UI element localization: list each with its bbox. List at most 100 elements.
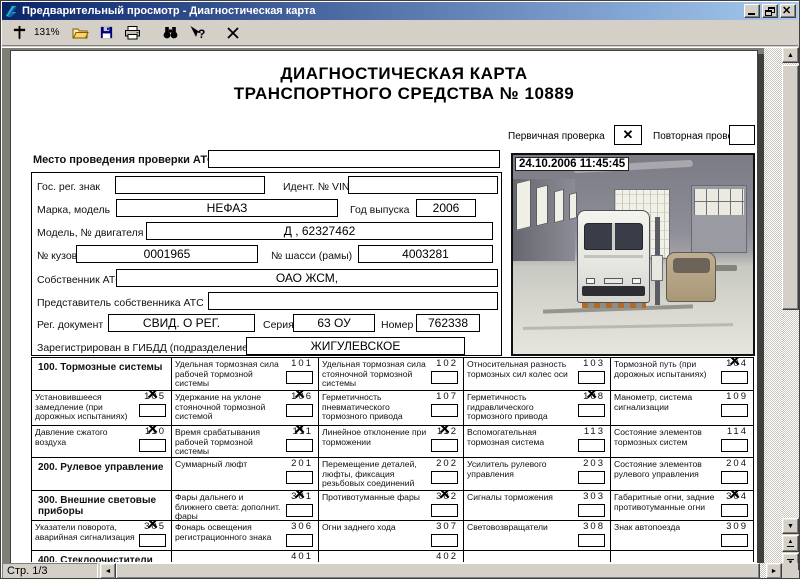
reg-document-label: Рег. документ xyxy=(37,319,103,331)
zoom-tool-button[interactable] xyxy=(8,22,30,44)
restore-button[interactable] xyxy=(762,4,778,18)
cell-checkbox xyxy=(578,504,605,517)
photo-window xyxy=(554,189,564,223)
cell-code: 308 xyxy=(583,522,605,533)
cell-checkbox xyxy=(578,439,605,452)
scroll-up-button[interactable]: ▲ xyxy=(782,47,799,63)
cell-checkbox xyxy=(578,471,605,484)
number-label: Номер xyxy=(381,319,413,331)
table-cell-204: Состояние элементов рулевого управления2… xyxy=(611,458,754,491)
table-cell-309: Знак автопоезда309 xyxy=(611,521,754,551)
cell-code: 402 xyxy=(436,552,458,562)
place-label: Место проведения проверки АТС: xyxy=(33,154,219,166)
table-cell-202: Перемещение деталей, люфты, фиксация рез… xyxy=(319,458,464,491)
toolbar: 131% xyxy=(2,20,798,46)
cell-checkbox xyxy=(721,404,748,417)
make-label: Марка, модель xyxy=(37,204,110,216)
cell-code: 201 xyxy=(291,459,313,470)
cell-code: 102 xyxy=(436,359,458,370)
table-cell-401: 401 xyxy=(172,551,319,562)
viewport-background xyxy=(764,48,782,563)
cell-x-mark: ✕ xyxy=(146,426,159,439)
table-cell-201: Суммарный люфт201 xyxy=(172,458,319,491)
close-preview-button[interactable] xyxy=(222,22,244,44)
scroll-down-button[interactable]: ▼ xyxy=(782,518,799,534)
photo-floor-line xyxy=(523,323,733,330)
cell-checkbox xyxy=(431,404,458,417)
series-field: 63 ОУ xyxy=(293,314,375,332)
vin-label: Идент. № VIN xyxy=(283,181,349,193)
inspection-table: 100. Тормозные системыУдельная тормозная… xyxy=(31,357,754,562)
cell-checkbox xyxy=(286,504,313,517)
chassis-field: 4003281 xyxy=(358,245,493,263)
cell-checkbox xyxy=(286,439,313,452)
open-folder-icon xyxy=(72,25,89,41)
cell-label: 400. Стеклоочистители xyxy=(32,551,171,562)
scroll-left-button[interactable]: ◄ xyxy=(100,563,116,579)
cell-checkbox xyxy=(721,439,748,452)
cell-checkbox xyxy=(721,371,748,384)
cell-x-mark: ✕ xyxy=(728,358,741,371)
context-help-button[interactable]: ? xyxy=(186,22,208,44)
inspection-photo: 24.10.2006 11:45:45 xyxy=(511,153,755,356)
cell-x-mark: ✕ xyxy=(293,426,306,439)
cell-checkbox xyxy=(431,371,458,384)
save-floppy-icon xyxy=(99,25,114,40)
cell-code: 204 xyxy=(726,459,748,470)
page-indicator: Стр. 1/3 xyxy=(2,563,98,579)
hscroll-thumb[interactable] xyxy=(116,563,760,579)
scroll-right-button[interactable]: ► xyxy=(766,563,782,579)
cell-checkbox xyxy=(721,471,748,484)
table-cell-113: Вспомогательная тормозная система113 xyxy=(464,426,611,458)
table-cell-109: Манометр, система сигнализации109 xyxy=(611,391,754,426)
save-button[interactable] xyxy=(96,22,118,44)
table-cell-304: Габаритные огни, задние противотуманные … xyxy=(611,491,754,521)
table-cell-111: Время срабатывания рабочей тормозной сис… xyxy=(172,426,319,458)
cell-checkbox xyxy=(286,534,313,547)
number-field: 762338 xyxy=(416,314,480,332)
year-field: 2006 xyxy=(416,199,476,217)
representative-label: Представитель собственника АТС xyxy=(37,297,204,309)
year-label: Год выпуска xyxy=(350,204,410,216)
engine-label: Модель, № двигателя xyxy=(37,227,143,239)
representative-field xyxy=(208,292,498,310)
print-button[interactable] xyxy=(122,22,144,44)
cell-code: 103 xyxy=(583,359,605,370)
cell-code: 202 xyxy=(436,459,458,470)
table-cell-r4c1: 200. Рулевое управление xyxy=(32,458,172,491)
table-cell-104: Тормозной путь (при дорожных испытаниях)… xyxy=(611,358,754,391)
close-button[interactable]: ✕ xyxy=(780,4,796,18)
minimize-button[interactable] xyxy=(744,4,760,18)
photo-door-windows xyxy=(694,189,744,215)
table-cell-103: Относительная разность тормозных сил кол… xyxy=(464,358,611,391)
cell-code: 107 xyxy=(436,392,458,403)
table-cell-r7c4 xyxy=(464,551,611,562)
cell-x-mark: ✕ xyxy=(585,391,598,404)
cell-code: 309 xyxy=(726,522,748,533)
photo-window xyxy=(569,192,577,220)
vscroll-thumb[interactable] xyxy=(782,65,799,310)
make-field: НЕФАЗ xyxy=(116,199,338,217)
cell-x-mark: ✕ xyxy=(293,391,306,404)
cell-x-mark: ✕ xyxy=(146,391,159,404)
owner-label: Собственник АТС xyxy=(37,274,123,286)
preview-page: ДИАГНОСТИЧЕСКАЯ КАРТА ТРАНСПОРТНОГО СРЕД… xyxy=(10,50,758,563)
table-cell-110: Давление сжатого воздуха110✕ xyxy=(32,426,172,458)
cell-code: 307 xyxy=(436,522,458,533)
table-cell-307: Огни заднего хода307 xyxy=(319,521,464,551)
svg-text:?: ? xyxy=(198,27,205,41)
prev-page-button[interactable]: ▲ xyxy=(782,535,799,552)
cell-checkbox xyxy=(431,439,458,452)
open-button[interactable] xyxy=(70,22,92,44)
table-cell-308: Световозвращатели308 xyxy=(464,521,611,551)
chassis-label: № шасси (рамы) xyxy=(271,250,352,262)
cell-checkbox xyxy=(721,534,748,547)
cell-checkbox xyxy=(578,371,605,384)
photo-window xyxy=(536,185,548,227)
table-cell-402: 402 xyxy=(319,551,464,562)
table-cell-305: Указатели поворота, аварийная сигнализац… xyxy=(32,521,172,551)
find-button[interactable] xyxy=(160,22,182,44)
app-icon xyxy=(4,4,19,18)
cell-code: 114 xyxy=(727,427,748,438)
cell-checkbox xyxy=(139,404,166,417)
